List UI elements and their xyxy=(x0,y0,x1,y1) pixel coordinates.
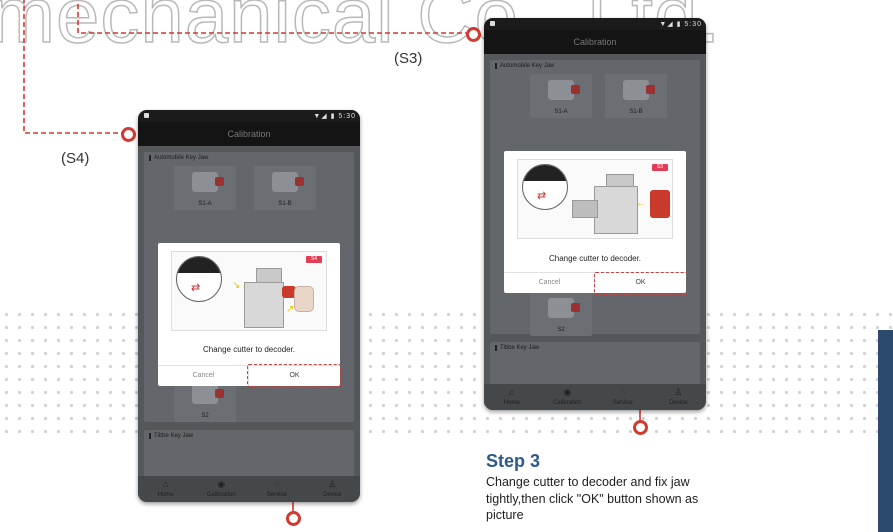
nav-home[interactable]: ⌂ Home xyxy=(484,384,540,410)
jaw-icon xyxy=(548,298,580,318)
ok-button-highlight xyxy=(247,364,341,387)
jaw-icon xyxy=(272,172,304,192)
s4-connector-line xyxy=(23,0,124,134)
decoder-illustration: ⇄ ← S3 xyxy=(517,159,673,239)
dialog-message: Change cutter to decoder. xyxy=(202,345,296,354)
phone-screen-s4: ▼◢ ▮ 5:30 Calibration Automobile Key Jaw… xyxy=(138,110,360,502)
phone-screen-s3: ▼◢ ▮ 5:30 Calibration Automobile Key Jaw… xyxy=(484,18,706,410)
s4-label: (S4) xyxy=(61,150,90,167)
service-icon: ◌ xyxy=(274,479,280,489)
tibbe-key-jaw-section: Tibbe Key Jaw xyxy=(490,342,700,386)
nav-device[interactable]: ♙ Device xyxy=(305,476,361,502)
status-bar: ▼◢ ▮ 5:30 xyxy=(484,18,706,30)
signal-icon: ▼◢ ▮ xyxy=(313,113,336,120)
s3-ok-pointer-ring xyxy=(633,420,648,435)
tibbe-key-jaw-section: Tibbe Key Jaw xyxy=(144,430,354,478)
device-icon: ♙ xyxy=(328,479,337,489)
cutter-detail-icon: ⇄ xyxy=(522,164,568,210)
bottom-nav: ⌂ Home ◉ Calibration ◌ Service ♙ Device xyxy=(138,476,360,502)
jaw-icon xyxy=(623,80,655,100)
s4-ok-pointer-ring xyxy=(286,511,301,526)
s3-label: (S3) xyxy=(394,50,423,67)
nav-calibration[interactable]: ◉ Calibration xyxy=(540,384,596,410)
cutter-detail-icon: ⇄ xyxy=(176,256,222,302)
section-title: Tibbe Key Jaw xyxy=(149,433,193,439)
status-bar: ▼◢ ▮ 5:30 xyxy=(138,110,360,122)
jaw-icon xyxy=(192,384,224,404)
decoder-illustration: ⇄ ↘ ↗ S4 xyxy=(171,251,327,331)
s3-connector-ring xyxy=(466,27,481,42)
jaw-tile-s1b[interactable]: S1-B xyxy=(605,74,667,118)
cancel-button[interactable]: Cancel xyxy=(504,273,595,293)
nav-service[interactable]: ◌ Service xyxy=(595,384,651,410)
bottom-nav: ⌂ Home ◉ Calibration ◌ Service ♙ Device xyxy=(484,384,706,410)
jaw-tile-s1b[interactable]: S1-B xyxy=(254,166,316,210)
s4-connector-ring xyxy=(121,127,136,142)
calibration-icon: ◉ xyxy=(563,387,572,397)
jaw-icon xyxy=(548,80,580,100)
status-time: 5:30 xyxy=(338,113,356,120)
dialog-message: Change cutter to decoder. xyxy=(548,254,642,263)
page-title: Calibration xyxy=(138,122,360,146)
jaw-tile-s1a[interactable]: S1-A xyxy=(530,74,592,118)
device-icon: ♙ xyxy=(674,387,683,397)
step-badge: S4 xyxy=(306,256,322,263)
jaw-tile-s1a[interactable]: S1-A xyxy=(174,166,236,210)
notification-icon xyxy=(490,21,495,26)
section-title: Automobile Key Jaw xyxy=(149,155,208,161)
signal-icon: ▼◢ ▮ xyxy=(659,21,682,28)
jaw-icon xyxy=(192,172,224,192)
calibration-icon: ◉ xyxy=(217,479,226,489)
section-title: Automobile Key Jaw xyxy=(495,63,554,69)
nav-calibration[interactable]: ◉ Calibration xyxy=(194,476,250,502)
nav-home[interactable]: ⌂ Home xyxy=(138,476,194,502)
nav-device[interactable]: ♙ Device xyxy=(651,384,707,410)
jaw-tile-s2[interactable]: S2 xyxy=(530,292,592,336)
ok-button-highlight xyxy=(594,272,688,295)
cancel-button[interactable]: Cancel xyxy=(158,366,249,386)
page-title: Calibration xyxy=(484,30,706,54)
s3-connector-line xyxy=(77,4,468,34)
section-title: Tibbe Key Jaw xyxy=(495,345,539,351)
service-icon: ◌ xyxy=(620,387,626,397)
step-badge: S3 xyxy=(652,164,668,171)
home-icon: ⌂ xyxy=(509,387,515,397)
step-heading: Step 3 xyxy=(486,451,541,471)
home-icon: ⌂ xyxy=(163,479,169,489)
status-time: 5:30 xyxy=(684,21,702,28)
connector-lines xyxy=(23,0,641,512)
nav-service[interactable]: ◌ Service xyxy=(249,476,305,502)
notification-icon xyxy=(144,113,149,118)
step-description: Change cutter to decoder and fix jaw tig… xyxy=(486,475,699,522)
